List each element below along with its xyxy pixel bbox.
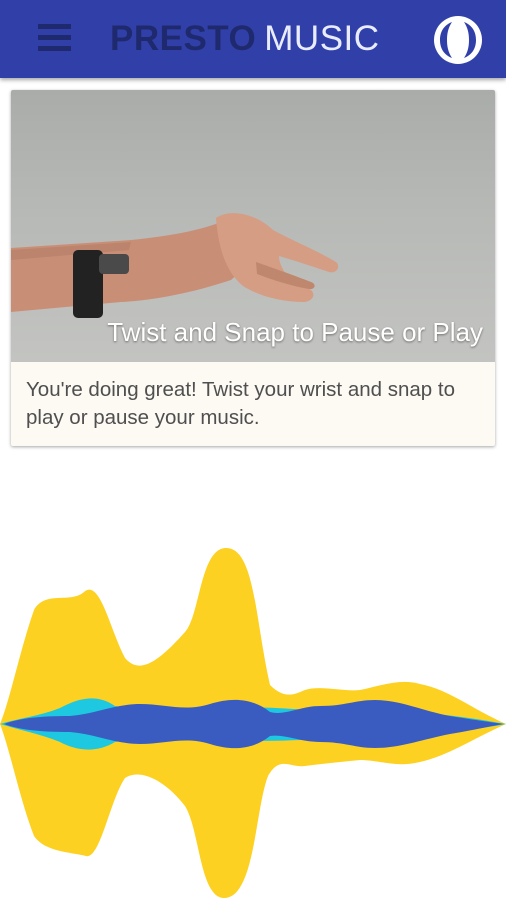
- app-title: PRESTO MUSIC: [110, 19, 380, 59]
- app-bar: PRESTO MUSIC: [0, 0, 506, 78]
- hand-snap-photo: Twist and Snap to Pause or Play: [11, 90, 495, 362]
- card-body-text: You're doing great! Twist your wrist and…: [26, 378, 455, 429]
- app-title-brand: PRESTO: [110, 19, 257, 58]
- image-caption: Twist and Snap to Pause or Play: [107, 317, 483, 347]
- band-connection-icon[interactable]: [432, 14, 484, 66]
- hamburger-menu-icon[interactable]: [38, 20, 72, 56]
- app-title-product: MUSIC: [264, 19, 380, 58]
- tutorial-card: Twist and Snap to Pause or Play You're d…: [11, 90, 495, 446]
- audio-waveform: [0, 547, 506, 899]
